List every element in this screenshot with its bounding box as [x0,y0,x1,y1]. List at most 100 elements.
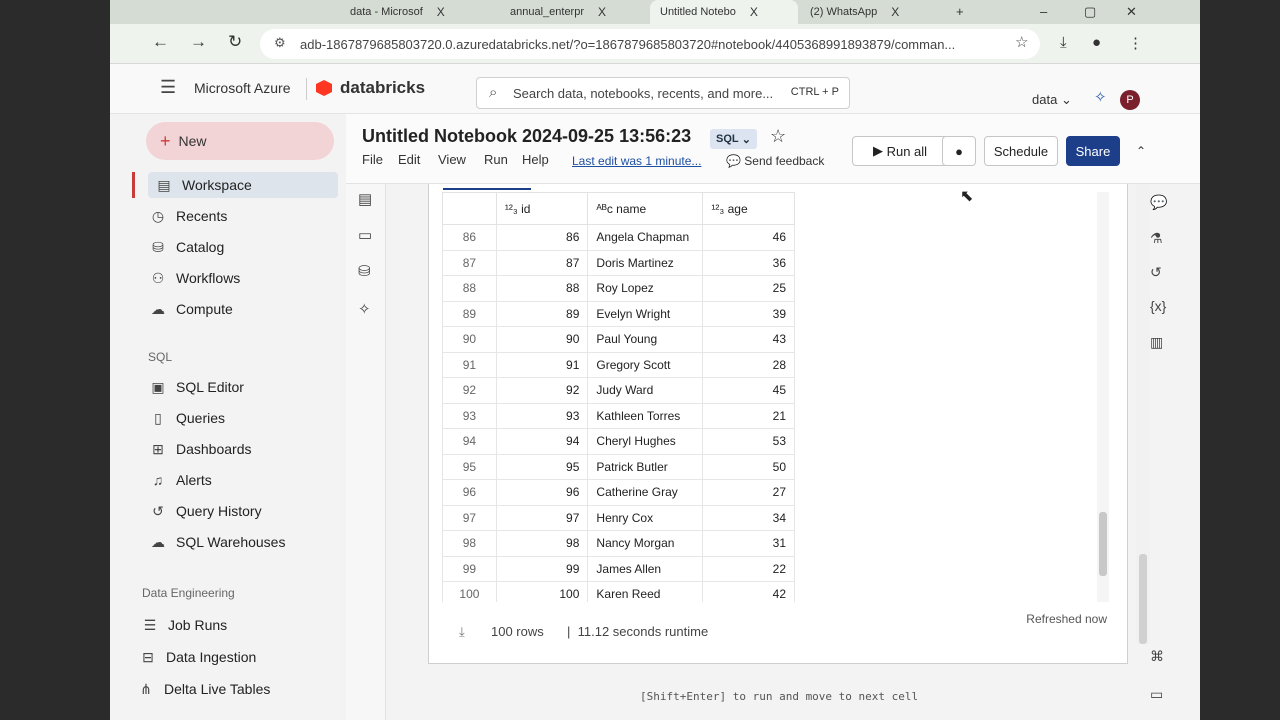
id-cell[interactable]: 90 [495,326,589,353]
favorite-star-icon[interactable]: ☆ [770,126,786,147]
browser-tab[interactable]: (2) WhatsApp X [800,0,909,24]
menu-help[interactable]: Help [522,152,549,167]
hamburger-menu-icon[interactable]: ☰ [160,77,176,98]
global-search-input[interactable]: ⌕ Search data, notebooks, recents, and m… [476,77,850,109]
name-cell[interactable]: Roy Lopez [587,275,704,302]
name-cell[interactable]: Patrick Butler [587,453,704,480]
sidebar-item-delta-live-tables[interactable]: ⋔ Delta Live Tables [136,676,270,702]
sidebar-item-recents[interactable]: ◷ Recents [148,203,227,229]
name-cell[interactable]: Angela Chapman [587,224,704,251]
scrollbar-thumb[interactable] [1139,554,1147,644]
avatar[interactable]: P [1120,90,1140,110]
download-icon[interactable]: ⤓ [1060,34,1067,51]
version-history-icon[interactable]: ↺ [1150,264,1162,281]
shortcuts-icon[interactable]: ⌘ [1150,648,1164,665]
schedule-button[interactable]: Schedule [984,136,1058,166]
row-number-cell[interactable]: 91 [442,351,497,378]
age-cell[interactable]: 25 [702,275,795,302]
column-header-id[interactable]: ¹²₃ id [495,192,589,225]
id-cell[interactable]: 99 [495,555,589,582]
browser-tab[interactable]: annual_enterpr X [500,0,616,24]
sidebar-item-sql-editor[interactable]: ▣ SQL Editor [148,374,244,400]
sidebar-item-query-history[interactable]: ↺ Query History [148,498,261,524]
row-number-cell[interactable]: 97 [442,504,497,531]
id-cell[interactable]: 88 [495,275,589,302]
id-cell[interactable]: 95 [495,453,589,480]
close-icon[interactable]: X [437,5,445,19]
sidebar-item-alerts[interactable]: ♫ Alerts [148,467,212,493]
age-cell[interactable]: 28 [702,351,795,378]
scrollbar-thumb[interactable] [1099,512,1107,576]
assistant-icon[interactable]: ✧ [358,300,371,318]
row-number-cell[interactable]: 92 [442,377,497,404]
variables-icon[interactable]: {x} [1150,298,1166,314]
run-all-button[interactable]: ▶ Run all [852,136,948,166]
new-tab-button[interactable]: + [956,4,964,19]
window-close-icon[interactable]: ✕ [1126,4,1137,20]
panel-icon[interactable]: ▭ [1150,686,1163,703]
name-cell[interactable]: James Allen [587,555,704,582]
id-cell[interactable]: 89 [495,300,589,327]
column-header-age[interactable]: ¹²₃ age [702,192,795,225]
last-edit-link[interactable]: Last edit was 1 minute... [572,154,701,168]
age-cell[interactable]: 27 [702,479,795,506]
id-cell[interactable]: 100 [495,581,589,602]
sidebar-item-compute[interactable]: ☁ Compute [148,296,233,322]
age-cell[interactable]: 43 [702,326,795,353]
browser-tab-active[interactable]: Untitled Notebo X [650,0,798,24]
download-icon[interactable]: ⤓ [459,624,465,640]
send-feedback-link[interactable]: 💬 Send feedback [726,154,824,168]
name-cell[interactable]: Judy Ward [587,377,704,404]
id-cell[interactable]: 94 [495,428,589,455]
row-number-cell[interactable]: 99 [442,555,497,582]
sidebar-item-queries[interactable]: ▯ Queries [148,405,225,431]
row-number-cell[interactable]: 100 [442,581,497,602]
row-number-cell[interactable]: 87 [442,249,497,276]
id-cell[interactable]: 91 [495,351,589,378]
maximize-icon[interactable]: ▢ [1084,4,1096,20]
age-cell[interactable]: 53 [702,428,795,455]
forward-icon[interactable]: → [190,32,207,52]
environment-icon[interactable]: ▥ [1150,334,1163,351]
name-cell[interactable]: Doris Martinez [587,249,704,276]
workspace-selector[interactable]: data ⌄ [1032,92,1072,108]
new-button[interactable]: + New [146,122,334,160]
more-menu-icon[interactable]: ⋮ [1128,34,1143,52]
catalog-icon[interactable]: ⛁ [358,262,371,280]
name-cell[interactable]: Henry Cox [587,504,704,531]
id-cell[interactable]: 96 [495,479,589,506]
sidebar-item-sql-warehouses[interactable]: ☁ SQL Warehouses [148,529,285,555]
row-number-cell[interactable]: 90 [442,326,497,353]
share-button[interactable]: Share [1066,136,1120,166]
age-cell[interactable]: 45 [702,377,795,404]
sidebar-item-catalog[interactable]: ⛁ Catalog [148,234,224,260]
id-cell[interactable]: 97 [495,504,589,531]
row-number-cell[interactable]: 89 [442,300,497,327]
id-cell[interactable]: 92 [495,377,589,404]
result-scrollbar[interactable] [1097,192,1109,602]
row-number-cell[interactable]: 98 [442,530,497,557]
close-icon[interactable]: X [598,5,606,19]
sidebar-item-workspace[interactable]: ▤ Workspace [132,172,338,198]
page-scrollbar[interactable] [1136,184,1150,644]
age-cell[interactable]: 31 [702,530,795,557]
id-cell[interactable]: 98 [495,530,589,557]
comments-icon[interactable]: 💬 [1150,194,1167,211]
row-number-cell[interactable]: 86 [442,224,497,251]
databricks-logo[interactable]: databricks [316,78,425,98]
id-cell[interactable]: 86 [495,224,589,251]
name-cell[interactable]: Nancy Morgan [587,530,704,557]
close-icon[interactable]: X [750,5,758,19]
sidebar-item-dashboards[interactable]: ⊞ Dashboards [148,436,251,462]
row-number-cell[interactable]: 93 [442,402,497,429]
name-cell[interactable]: Catherine Gray [587,479,704,506]
assistant-sparkle-icon[interactable]: ✧ [1094,88,1107,106]
folder-icon[interactable]: ▭ [358,226,372,244]
menu-run[interactable]: Run [484,152,508,167]
menu-edit[interactable]: Edit [398,152,420,167]
close-icon[interactable]: X [891,5,899,19]
row-number-cell[interactable]: 95 [442,453,497,480]
age-cell[interactable]: 22 [702,555,795,582]
row-number-cell[interactable]: 96 [442,479,497,506]
notebook-title[interactable]: Untitled Notebook 2024-09-25 13:56:23 [362,126,691,147]
